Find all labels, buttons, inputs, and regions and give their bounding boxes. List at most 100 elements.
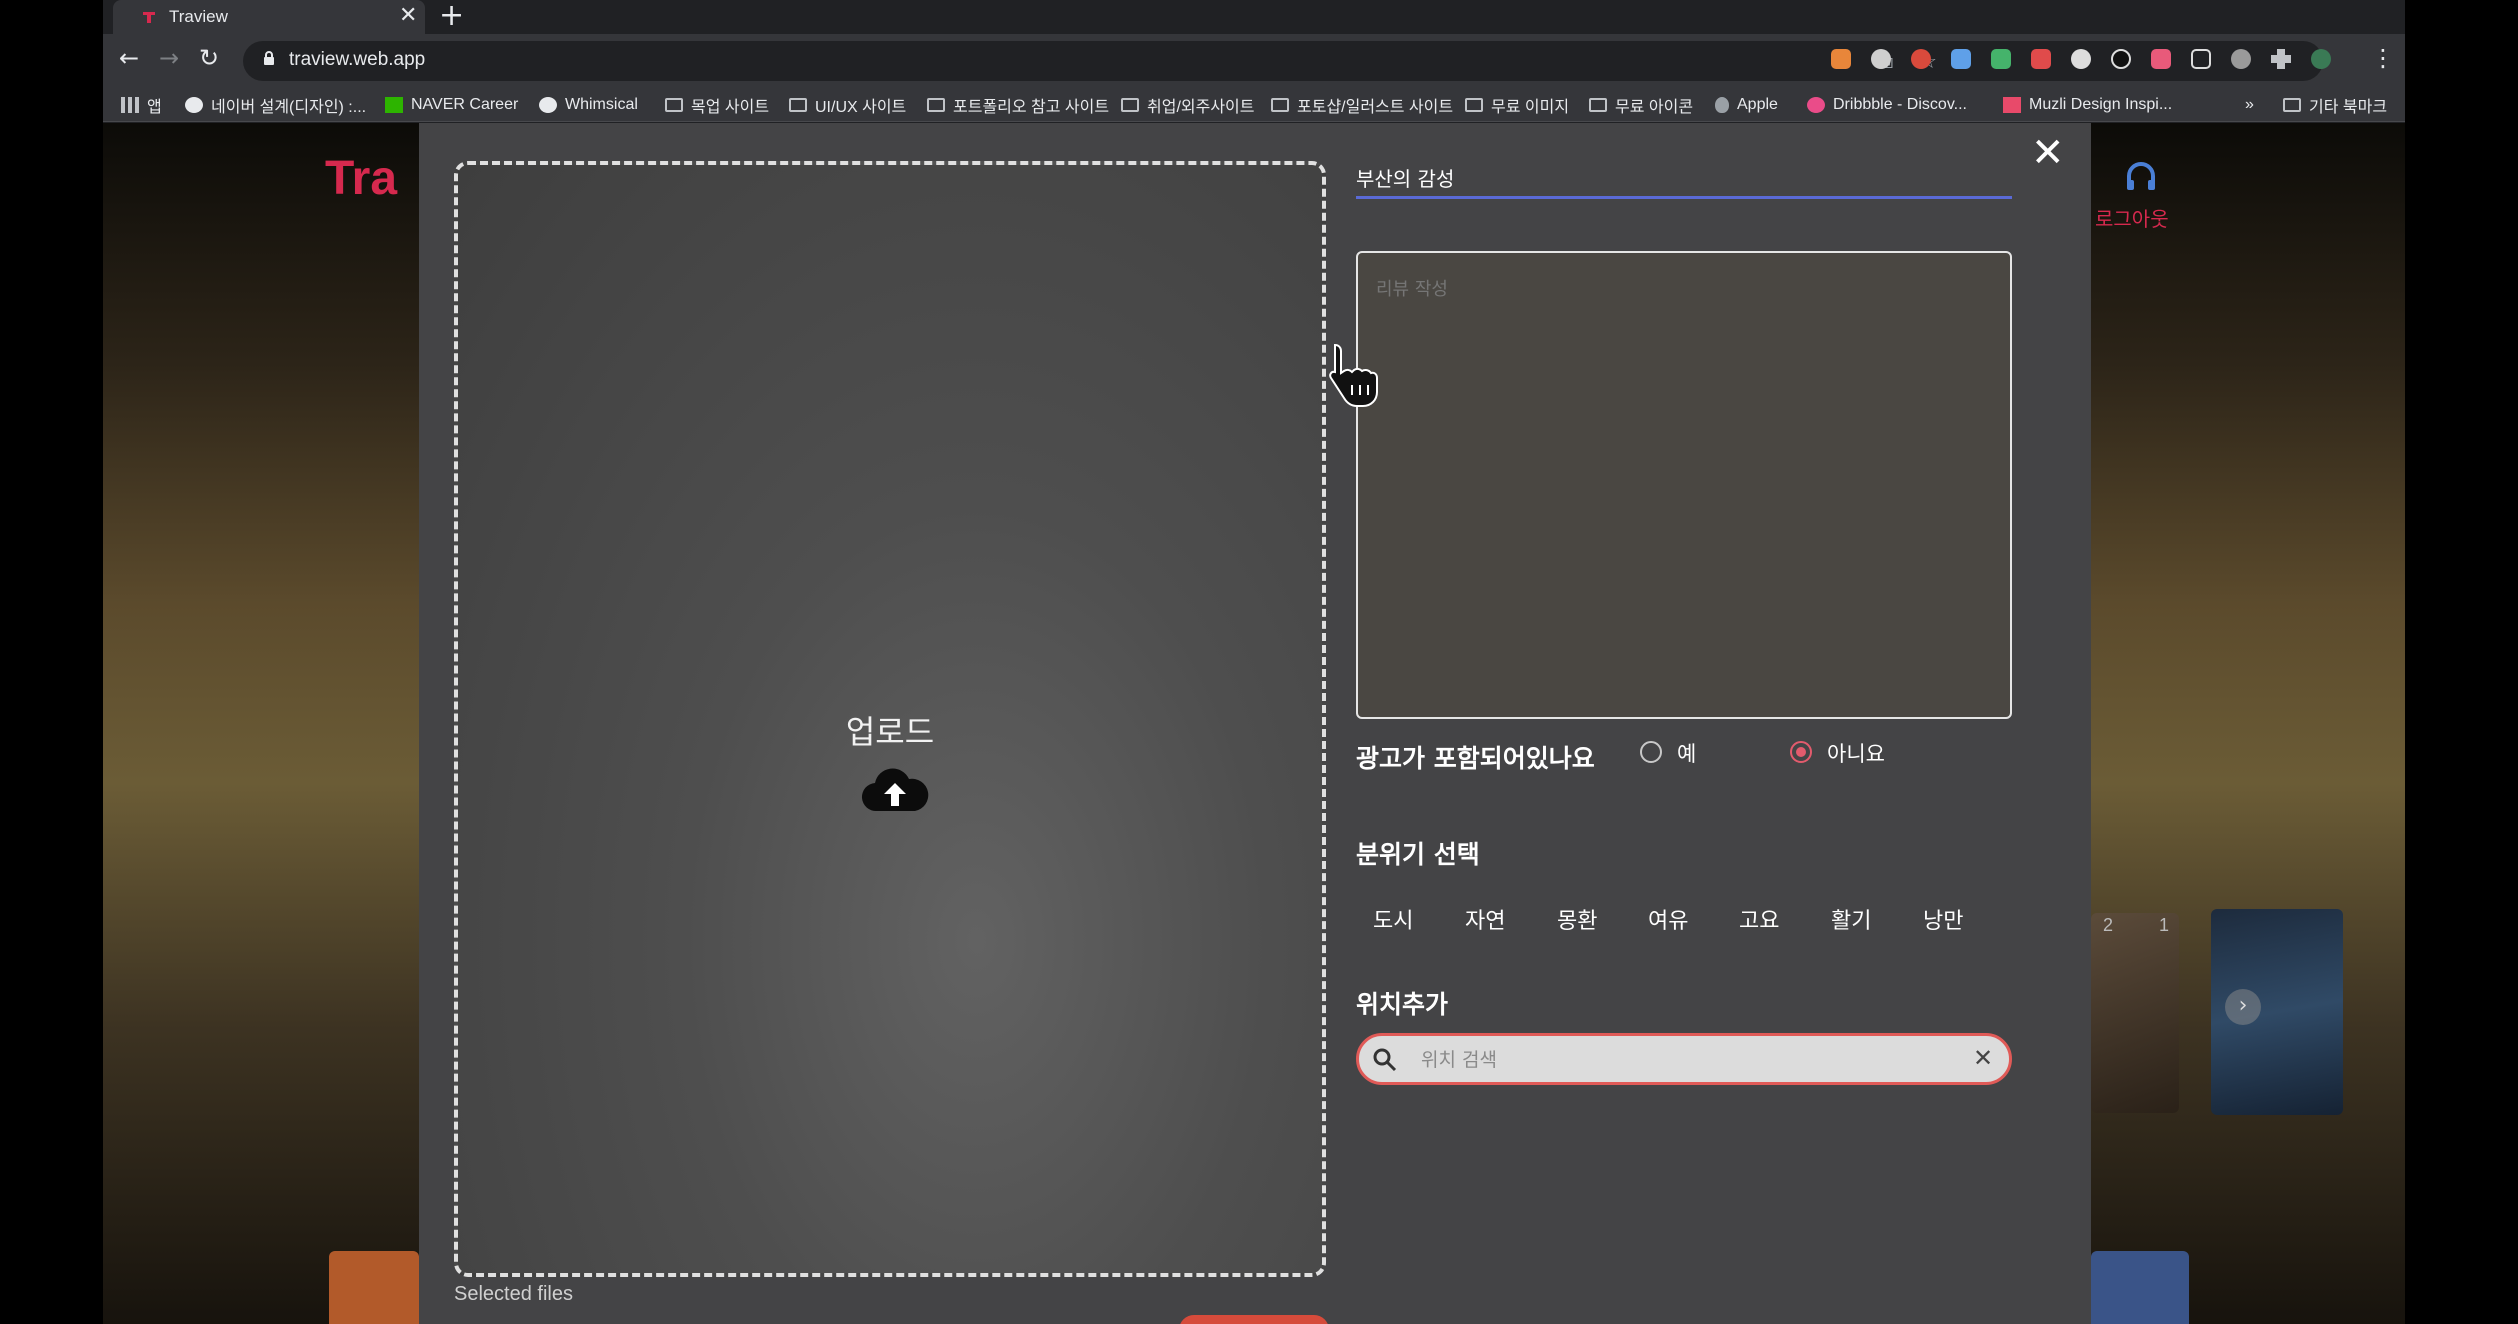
cloud-upload-icon — [861, 768, 929, 812]
site-icon — [539, 97, 557, 113]
bookmark-naver-career[interactable]: NAVER Career — [385, 93, 518, 117]
location-label: 위치추가 — [1356, 990, 1449, 1019]
close-icon[interactable]: ✕ — [2031, 133, 2065, 173]
mood-quiet[interactable]: 고요 — [1739, 903, 1779, 935]
review-textarea[interactable] — [1356, 251, 2012, 719]
browser-toolbar: ← → ↻ traview.web.app ⧉ ☆ ⋮ — [103, 34, 2405, 88]
extension-2-icon[interactable] — [1871, 49, 1891, 69]
bookmark-apps[interactable]: 앱 — [121, 93, 162, 117]
mood-relaxed[interactable]: 여유 — [1648, 903, 1688, 935]
ad-question-label: 광고가 포함되어있나요 — [1356, 744, 1595, 773]
folder-icon — [1121, 98, 1139, 112]
bookmark-folder-portfolio[interactable]: 포트폴리오 참고 사이트 — [927, 93, 1109, 117]
search-icon — [1373, 1048, 1397, 1072]
upload-review-modal: 업로드 Selected files ✕ 부산의 감성 광고가 포함되어있나요 … — [419, 123, 2091, 1324]
bookmark-dribbble[interactable]: Dribbble - Discov... — [1807, 93, 1967, 117]
extension-3-icon[interactable] — [1911, 49, 1931, 69]
folder-icon — [927, 98, 945, 112]
bookmark-apple[interactable]: Apple — [1715, 93, 1778, 117]
traview-logo[interactable]: Tra — [325, 151, 405, 211]
background-image-right — [2091, 123, 2405, 1324]
muzli-icon — [2003, 97, 2021, 113]
extension-8-icon[interactable] — [2111, 49, 2131, 69]
extension-9-icon[interactable] — [2151, 49, 2171, 69]
extension-6-icon[interactable] — [2031, 49, 2051, 69]
ad-yes-label[interactable]: 예 — [1677, 738, 1696, 768]
title-field[interactable]: 부산의 감성 — [1356, 163, 2012, 199]
naver-icon — [385, 97, 403, 113]
folder-icon — [1271, 98, 1289, 112]
url-text: traview.web.app — [289, 49, 426, 70]
carousel-thumb[interactable] — [2091, 913, 2179, 1113]
browser-window: Traview ✕ + ← → ↻ traview.web.app ⧉ ☆ ⋮ … — [103, 0, 2405, 1324]
location-search-box[interactable]: ✕ — [1356, 1033, 2012, 1085]
new-tab-button[interactable]: + — [439, 0, 464, 32]
notion-icon[interactable] — [2191, 49, 2211, 69]
upload-title: 업로드 — [845, 713, 935, 751]
bookmark-folder-uiux[interactable]: UI/UX 사이트 — [789, 93, 906, 117]
folder-icon — [1465, 98, 1483, 112]
bookmark-folder-photoshop[interactable]: 포토샵/일러스트 사이트 — [1271, 93, 1453, 117]
location-search-input[interactable] — [1421, 1046, 1921, 1074]
folder-icon — [1589, 98, 1607, 112]
hand-pointer-cursor-icon — [1329, 343, 1378, 407]
mood-label: 분위기 선택 — [1356, 840, 1480, 869]
page-content: Tra 로그아웃 2 1 › 업로드 Selected files ✕ 부산의 … — [103, 123, 2405, 1324]
folder-icon — [789, 98, 807, 112]
bookmark-folder-free-icons[interactable]: 무료 아이콘 — [1589, 93, 1693, 117]
tab-close-icon[interactable]: ✕ — [399, 3, 417, 28]
reload-icon[interactable]: ↻ — [199, 44, 219, 72]
mood-city[interactable]: 도시 — [1373, 903, 1413, 935]
bookmark-folder-free-images[interactable]: 무료 이미지 — [1465, 93, 1569, 117]
bookmarks-bar: 앱 네이버 설계(디자인) :... NAVER Career Whimsica… — [103, 88, 2405, 122]
tab-strip: Traview ✕ + — [103, 0, 2405, 34]
extension-5-icon[interactable] — [1991, 49, 2011, 69]
ad-no-radio[interactable] — [1790, 741, 1812, 763]
apple-icon — [1715, 97, 1729, 113]
bookmark-muzli[interactable]: Muzli Design Inspi... — [2003, 93, 2172, 117]
background-image-left — [103, 123, 419, 1324]
tab-title: Traview — [169, 7, 228, 26]
selected-files-label: Selected files — [454, 1283, 573, 1305]
logout-link[interactable]: 로그아웃 — [2095, 203, 2169, 232]
extension-4-icon[interactable] — [1951, 49, 1971, 69]
folder-icon — [2283, 98, 2301, 112]
bottom-card[interactable] — [2091, 1251, 2189, 1324]
site-icon — [185, 97, 203, 113]
bottom-card[interactable] — [329, 1251, 419, 1324]
mood-romantic[interactable]: 낭만 — [1923, 903, 1963, 935]
back-icon[interactable]: ← — [119, 44, 139, 72]
lock-icon — [264, 51, 274, 65]
ad-yes-radio[interactable] — [1640, 741, 1662, 763]
extension-7-icon[interactable] — [2071, 49, 2091, 69]
upload-dropzone[interactable]: 업로드 — [454, 161, 1326, 1277]
title-value: 부산의 감성 — [1356, 167, 1455, 191]
bookmarks-overflow-icon[interactable]: » — [2245, 93, 2254, 117]
bookmark-whimsical[interactable]: Whimsical — [539, 93, 638, 117]
address-bar[interactable]: traview.web.app ⧉ ☆ — [243, 41, 2323, 81]
extension-1-icon[interactable] — [1831, 49, 1851, 69]
bookmark-folder-mockup[interactable]: 목업 사이트 — [665, 93, 769, 117]
browser-menu-icon[interactable]: ⋮ — [2371, 44, 2395, 72]
clear-icon[interactable]: ✕ — [1973, 1044, 1993, 1072]
traview-favicon-icon — [143, 12, 155, 23]
carousel-next-icon[interactable]: › — [2225, 989, 2261, 1025]
profile-avatar-icon[interactable] — [2311, 49, 2331, 69]
extension-11-icon[interactable] — [2231, 49, 2251, 69]
apps-grid-icon — [121, 97, 139, 113]
ad-no-label[interactable]: 아니요 — [1827, 738, 1885, 768]
tab-traview[interactable]: Traview ✕ — [113, 0, 425, 34]
mood-nature[interactable]: 자연 — [1465, 903, 1505, 935]
mood-dreamy[interactable]: 몽환 — [1557, 903, 1597, 935]
headphones-icon[interactable] — [2123, 158, 2159, 194]
thumb-number: 1 — [2159, 915, 2170, 935]
folder-icon — [665, 98, 683, 112]
submit-button[interactable] — [1179, 1315, 1329, 1324]
thumb-number: 2 — [2103, 915, 2114, 935]
mood-lively[interactable]: 활기 — [1831, 903, 1871, 935]
bookmark-folder-jobs[interactable]: 취업/외주사이트 — [1121, 93, 1255, 117]
bookmark-naver-design[interactable]: 네이버 설계(디자인) :... — [185, 93, 366, 117]
bookmark-folder-other[interactable]: 기타 북마크 — [2283, 93, 2387, 117]
dribbble-icon — [1807, 97, 1825, 113]
forward-icon[interactable]: → — [159, 44, 179, 72]
